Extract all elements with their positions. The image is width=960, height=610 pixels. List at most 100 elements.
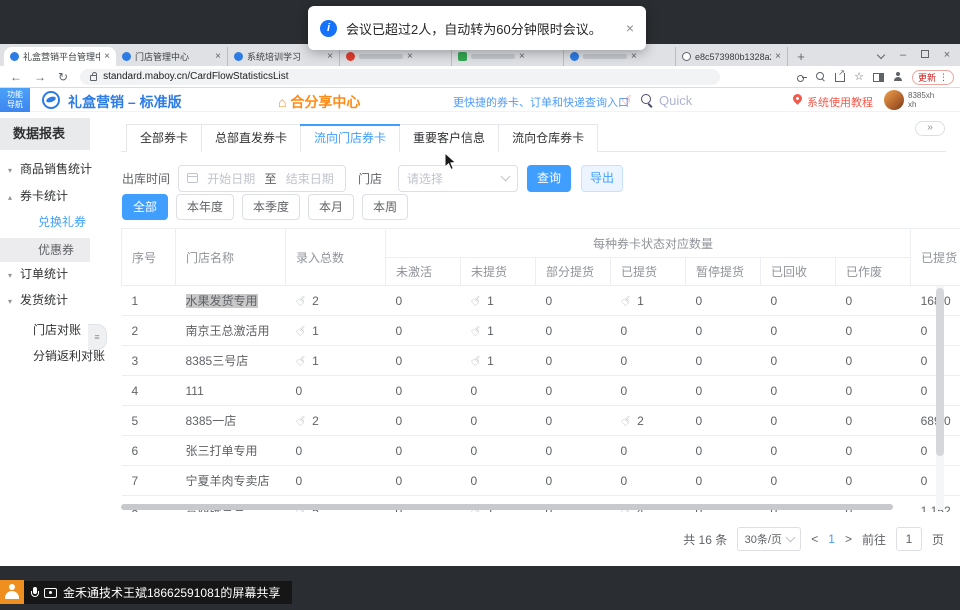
quick-filter-全部[interactable]: 全部: [122, 194, 168, 220]
password-key-icon[interactable]: [797, 72, 807, 82]
tab-close-icon[interactable]: ×: [631, 51, 637, 62]
cell-value[interactable]: 1: [487, 324, 494, 338]
quick-filter-本月[interactable]: 本月: [308, 194, 354, 220]
table-row: 4111000000000: [122, 376, 960, 406]
prev-page-button[interactable]: <: [811, 532, 818, 546]
minimize-button[interactable]: –: [892, 49, 914, 61]
bookmark-star-icon[interactable]: ☆: [854, 72, 864, 83]
quick-filter-本年度[interactable]: 本年度: [176, 194, 234, 220]
tutorial-link[interactable]: 系统使用教程: [807, 94, 873, 110]
panel-collapse-button[interactable]: »: [915, 121, 945, 136]
quick-entry-link[interactable]: 更快捷的券卡、订单和快递查询入口: [453, 94, 629, 110]
table-row: 38385三号店☞10☞1000000: [122, 346, 960, 376]
browser-tab-6[interactable]: e8c573980b1328a258fd2e6f8×: [676, 47, 788, 66]
reload-icon[interactable]: ↻: [58, 70, 68, 84]
horizontal-scrollbar[interactable]: [121, 504, 893, 510]
page-size-select[interactable]: 30条/页: [737, 527, 801, 551]
browser-tab-1[interactable]: 门店管理中心×: [116, 47, 228, 66]
sidebar-item-券卡统计[interactable]: ▴券卡统计: [0, 185, 107, 207]
tab-favicon-blue: [570, 52, 579, 61]
url-field[interactable]: standard.maboy.cn/CardFlowStatisticsList: [80, 69, 720, 85]
cell-status-未提货: 0: [461, 406, 536, 436]
search-button[interactable]: 查询: [527, 165, 571, 192]
cell-value[interactable]: 1: [312, 324, 319, 338]
sidebar-item-商品销售统计[interactable]: ▾商品销售统计: [0, 158, 107, 180]
toast-close-icon[interactable]: ×: [626, 20, 634, 36]
store-name-text: 宁夏羊肉专卖店: [186, 474, 270, 488]
next-page-button[interactable]: >: [845, 532, 852, 546]
share-center-link[interactable]: ⌂ 合分享中心: [278, 92, 360, 112]
cell-status-暂停提货: 0: [686, 286, 761, 316]
tab-重要客户信息[interactable]: 重要客户信息: [400, 125, 499, 152]
cell-status-已提货: ☞2: [611, 406, 686, 436]
sidebar-item-兑换礼券[interactable]: 兑换礼券: [0, 211, 107, 233]
tab-close-icon[interactable]: ×: [775, 51, 781, 62]
maximize-button[interactable]: [914, 49, 936, 61]
sidebar-item-label: 门店对账: [33, 323, 81, 337]
tab-close-icon[interactable]: ×: [215, 51, 221, 62]
microphone-icon[interactable]: [32, 587, 38, 599]
tab-close-icon[interactable]: ×: [519, 51, 525, 62]
info-icon: i: [320, 20, 337, 37]
cell-status-暂停提货: 0: [686, 316, 761, 346]
sidebar-item-发货统计[interactable]: ▾发货统计: [0, 289, 107, 311]
side-panel-icon[interactable]: [873, 73, 884, 82]
sidebar-item-优惠券[interactable]: 优惠券: [0, 238, 90, 262]
cell-status-未激活: 0: [386, 406, 461, 436]
cell-status-未激活: 0: [386, 286, 461, 316]
function-nav-toggle[interactable]: 功能 导航: [0, 88, 30, 112]
tab-全部券卡[interactable]: 全部券卡: [127, 125, 202, 152]
table-row: 6张三打单专用000000000: [122, 436, 960, 466]
share-icon[interactable]: [835, 73, 845, 82]
cell-status-部分提货: 0: [536, 406, 611, 436]
tab-close-icon[interactable]: ×: [327, 51, 333, 62]
store-name-text: 111: [186, 384, 204, 398]
cell-value[interactable]: 1: [312, 354, 319, 368]
tab-流向仓库券卡[interactable]: 流向仓库券卡: [499, 125, 598, 152]
browser-tab-0[interactable]: 礼盒营销平台管理中心×: [4, 47, 116, 66]
cell-index: 7: [122, 466, 176, 496]
pointer-hand-icon: ☞: [292, 351, 311, 371]
zoom-icon[interactable]: [816, 72, 826, 82]
cell-status-已提货: 0: [611, 466, 686, 496]
cell-value[interactable]: 1: [487, 354, 494, 368]
cell-value[interactable]: 1: [637, 294, 644, 308]
cell-value[interactable]: 2: [312, 294, 319, 308]
window-close-button[interactable]: ×: [936, 49, 958, 61]
pointer-hand-icon: ☞: [292, 321, 311, 341]
current-page[interactable]: 1: [828, 532, 835, 546]
vertical-scrollbar[interactable]: [936, 288, 944, 456]
sidebar-item-label: 优惠券: [38, 243, 74, 257]
new-tab-button[interactable]: +: [792, 48, 810, 66]
browser-update-button[interactable]: 更新 ⋮: [912, 70, 954, 85]
sidebar-collapse-handle[interactable]: ≡: [88, 324, 107, 350]
tab-总部直发券卡[interactable]: 总部直发券卡: [202, 125, 301, 152]
cell-value[interactable]: 2: [637, 414, 644, 428]
sidebar-item-订单统计[interactable]: ▾订单统计: [0, 263, 107, 285]
cell-status-已提货: 0: [611, 316, 686, 346]
tab-close-icon[interactable]: ×: [104, 51, 110, 62]
column-header-已回收: 已回收: [761, 258, 836, 286]
quick-filter-本周[interactable]: 本周: [362, 194, 408, 220]
cell-value[interactable]: 2: [312, 414, 319, 428]
user-avatar[interactable]: [884, 90, 904, 110]
quick-label[interactable]: Quick: [659, 93, 692, 108]
forward-icon[interactable]: →: [34, 70, 46, 84]
tab-search-icon[interactable]: [870, 49, 892, 61]
cell-value[interactable]: 1: [487, 294, 494, 308]
screen-share-bar: 金禾通技术王斌18662591081的屏幕共享: [24, 581, 292, 604]
lock-icon: [90, 75, 97, 81]
profile-icon[interactable]: [893, 72, 903, 82]
quick-filter-本季度[interactable]: 本季度: [242, 194, 300, 220]
back-icon[interactable]: ←: [10, 70, 22, 84]
goto-page-input[interactable]: 1: [896, 527, 922, 551]
date-range-input[interactable]: 开始日期 至 结束日期: [178, 165, 346, 192]
page-size-value: 30条/页: [745, 531, 782, 547]
export-button[interactable]: 导出: [581, 165, 623, 192]
time-filter-label: 出库时间: [122, 170, 170, 187]
tab-流向门店券卡[interactable]: 流向门店券卡: [301, 125, 400, 152]
store-select[interactable]: 请选择: [398, 165, 518, 192]
tab-favicon-blue: [10, 52, 19, 61]
cell-status-未提货: ☞1: [461, 286, 536, 316]
tab-close-icon[interactable]: ×: [407, 51, 413, 62]
